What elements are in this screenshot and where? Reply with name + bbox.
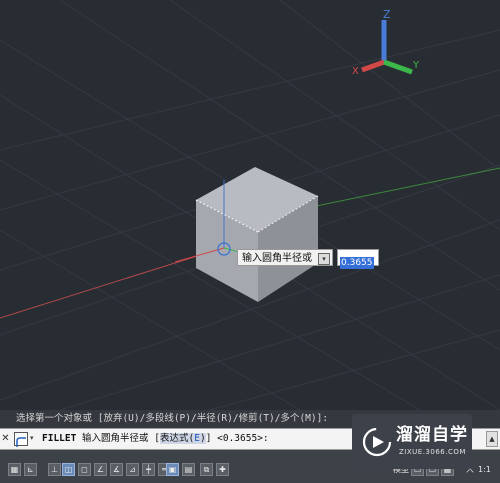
cube-solid[interactable] — [195, 167, 319, 302]
fillet-command-icon[interactable] — [14, 432, 28, 447]
chevron-down-icon[interactable]: ▾ — [30, 432, 34, 444]
dynamic-input-value[interactable]: 0.3655 — [340, 257, 374, 269]
dynamic-input-prompt-text: 输入圆角半径或 — [242, 253, 312, 264]
annotation-scale-value[interactable]: 1:1 — [478, 463, 491, 476]
command-name: FILLET — [42, 433, 77, 444]
viewport-canvas[interactable]: Z X Y — [0, 0, 500, 410]
ucs-y-axis — [383, 59, 413, 75]
command-history-scroll-button[interactable]: ▲ — [486, 431, 498, 447]
object-snap-toggle-icon[interactable]: ∠ — [94, 463, 107, 476]
3d-osnap-toggle-icon[interactable]: ◻ — [78, 463, 91, 476]
annotation-monitor-toggle-icon[interactable]: ✚ — [216, 463, 229, 476]
polar-toggle-icon[interactable]: ◫ — [62, 463, 75, 476]
expression-option-label[interactable]: 表达式( — [160, 433, 194, 444]
command-default-value: ] <0.3655>: — [205, 433, 269, 444]
snap-toggle-icon[interactable]: ⊾ — [24, 463, 37, 476]
watermark-logo-icon — [362, 427, 392, 457]
dynamic-input-options-button[interactable]: ▾ — [318, 253, 330, 265]
watermark-url: ZIXUE.3066.COM — [399, 448, 466, 456]
ucs-x-label: X — [352, 66, 359, 77]
ucs-z-label: Z — [383, 8, 391, 21]
close-icon[interactable]: ✕ — [1, 433, 10, 445]
command-history-line: 选择第一个对象或 [放弃(U)/多段线(P)/半径(R)/修剪(T)/多个(M)… — [16, 413, 329, 424]
quick-properties-toggle-icon[interactable]: ▤ — [182, 463, 195, 476]
dynamic-input-field[interactable]: 0.3655 — [337, 249, 379, 269]
selection-cycling-toggle-icon[interactable]: ⧉ — [200, 463, 213, 476]
watermark: 溜溜自学 ZIXUE.3066.COM — [352, 414, 472, 469]
command-prompt-text: 输入圆角半径或 [ — [76, 433, 160, 444]
ducs-toggle-icon[interactable]: ⊿ — [126, 463, 139, 476]
ortho-toggle-icon[interactable]: ⊥ — [48, 463, 61, 476]
expression-option[interactable]: 表达式(E) — [160, 433, 206, 444]
drawing-viewport[interactable]: Z X Y 输入圆角半径或 ▾ 0.3655 — [0, 0, 500, 410]
ucs-y-label: Y — [412, 60, 420, 71]
command-prompt[interactable]: FILLET 输入圆角半径或 [表达式(E)] <0.3655>: — [42, 429, 269, 449]
x-axis-line — [0, 251, 211, 319]
dynamic-input-toggle-icon[interactable]: ┿ — [142, 463, 155, 476]
dynamic-input-prompt: 输入圆角半径或 ▾ — [237, 249, 333, 266]
transparency-toggle-icon[interactable]: ▣ — [166, 463, 179, 476]
ucs-icon: Z X Y — [352, 8, 420, 77]
watermark-title: 溜溜自学 — [396, 425, 468, 445]
object-track-toggle-icon[interactable]: ∡ — [110, 463, 123, 476]
grid-toggle-icon[interactable]: ▦ — [8, 463, 21, 476]
